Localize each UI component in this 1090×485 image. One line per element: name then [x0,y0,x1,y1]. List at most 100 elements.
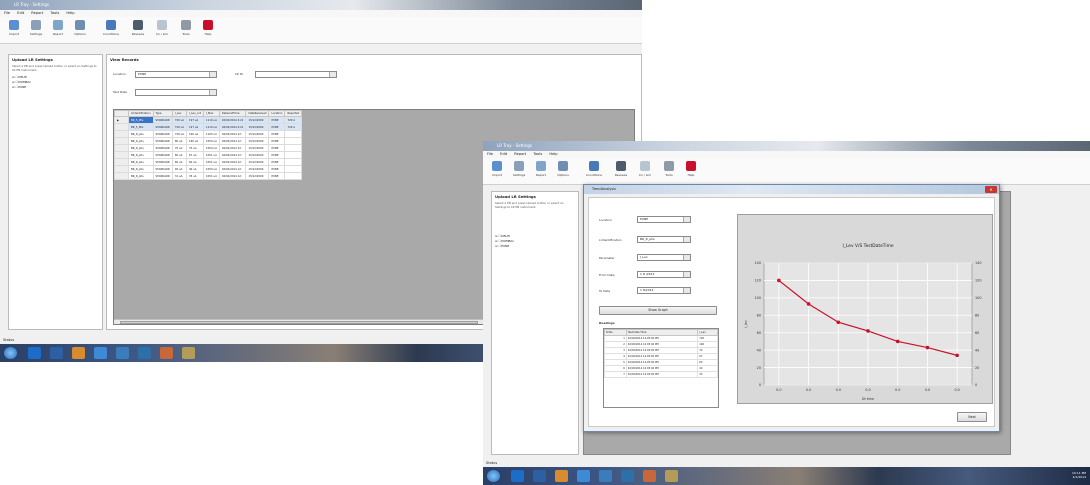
table-cell[interactable]: STANDARD [152,151,173,159]
table-cell[interactable]: 15/12/2000 [245,151,270,159]
table-row[interactable]: BR_R_phs STANDARD 60 uA 67 uA 1051 uA 02/02/2… [114,151,303,159]
conditions-button[interactable]: Conditions [581,161,607,183]
table-cell[interactable]: 60 uA [186,158,204,166]
menu-tools[interactable]: Tools [50,11,59,15]
reviews-button[interactable]: Reviews [611,161,631,183]
outlook-icon[interactable] [599,470,612,482]
table-cell[interactable]: STANDARD [152,137,173,145]
table-cell[interactable]: PUNE [268,158,286,166]
table-cell[interactable]: 02/02/2014 12: [218,137,247,145]
tools-button[interactable]: Tools [659,161,679,183]
table-cell[interactable]: 67 uA [186,151,204,159]
table-cell[interactable]: PUNE [268,172,286,180]
table-cell[interactable]: PUNE [268,151,286,159]
table-cell[interactable]: STANDARD [152,144,173,152]
conditions-button[interactable]: Conditions [98,20,124,42]
table-cell[interactable]: BR_R_phs [128,172,154,180]
report-button[interactable]: Report [48,20,68,42]
test-date-select[interactable] [135,89,217,96]
table-cell[interactable]: BR_R_phs [128,151,154,159]
table-cell[interactable]: 15/12/2000 [245,116,270,124]
table-cell[interactable]: 02/02/2014 12: [218,165,247,173]
import-button[interactable]: Import [4,20,24,42]
table-cell[interactable]: STANDARD [152,172,173,180]
menu-file[interactable]: File [4,11,10,15]
table-cell[interactable]: 02/02/2014 12: [218,144,247,152]
table-cell[interactable]: 70 uA [171,144,188,152]
table-cell[interactable]: 720 uA [171,123,188,131]
table-cell[interactable]: 02/02/2014 12: [218,151,247,159]
table-cell[interactable]: BR_5_Phs [128,116,154,124]
location-select[interactable]: PUNE [135,71,217,78]
ie-icon[interactable] [511,470,524,482]
show-graph-button[interactable]: Show Graph [599,306,717,315]
tools-button[interactable]: Tools [176,20,196,42]
table-cell[interactable]: 1110 uA [203,123,220,131]
settings-button[interactable]: Settings [509,161,529,183]
options-button[interactable]: Options [553,161,573,183]
table-row[interactable]: BR_R_phs STANDARD 80 uA 190 uA 1050 uA 02/02/… [114,137,303,145]
table-cell[interactable]: 15/12/2000 [245,123,270,131]
start-icon[interactable] [4,347,17,359]
explorer-icon[interactable] [50,347,63,359]
second-window-titlebar[interactable]: LR Tray - Settings [483,141,1090,151]
system-tray-clock[interactable]: 10:11 PM 1/1/2014 [1072,471,1086,479]
tree-node-pune[interactable]: PUNE [495,244,575,249]
table-cell[interactable] [284,165,303,173]
table-cell[interactable]: 1051 uA [203,158,220,166]
table-row[interactable]: BR_R_phs STANDARD 720 uA 190 uA 1105 uA 02/02… [114,130,303,138]
trend-dialog-titlebar[interactable]: TrendAnalysis ✕ [584,185,999,194]
menu-tools[interactable]: Tools [533,152,542,156]
table-cell[interactable]: 31 uA [171,172,188,180]
table-cell[interactable]: 720 uA [171,130,188,138]
table-cell[interactable]: 1110 uA [203,116,220,124]
field-location-select[interactable]: PUNE [637,216,691,223]
table-cell[interactable]: 15/12/2000 [245,165,270,173]
table-cell[interactable]: 1051 uA [203,172,220,180]
to-date-picker[interactable]: 1 8/2014 [637,287,691,294]
table-cell[interactable]: 1051 uA [203,151,220,159]
close-button[interactable]: ✕ [985,186,997,193]
records-scroll-thumb[interactable] [120,321,478,324]
field-parameter-select[interactable]: I_Lev [637,254,691,261]
powerpoint-icon[interactable] [643,470,656,482]
menu-help[interactable]: Help [66,11,74,15]
table-cell[interactable]: BR_R_phs [128,144,154,152]
table-cell[interactable]: 60 uA [171,158,188,166]
main-window-titlebar[interactable]: LR Tray - Settings [0,0,642,10]
app-icon[interactable] [621,470,634,482]
table-cell[interactable]: PUNE [268,165,286,173]
table-cell[interactable]: 70 uA [186,144,204,152]
lrid-select[interactable] [255,71,337,78]
row-selector[interactable] [114,123,129,131]
folder-icon[interactable] [665,470,678,482]
table-cell[interactable] [284,158,303,166]
table-cell[interactable]: 1050 uA [203,144,220,152]
outlook-icon[interactable] [116,347,129,359]
table-cell[interactable]: 720 A [284,123,303,131]
readings-grid[interactable]: Sr.No. Test Date Time I_Lev 1 02/02/2014 12… [603,328,719,408]
menu-report[interactable]: Report [31,11,43,15]
help-button[interactable]: Help [681,161,701,183]
table-cell[interactable]: 15/12/2000 [245,130,270,138]
table-cell[interactable]: STANDARD [152,130,173,138]
table-cell[interactable] [284,130,303,138]
table-cell[interactable]: 15/12/2000 [245,158,270,166]
table-cell[interactable]: BR_R_phs [128,137,154,145]
table-cell[interactable] [284,144,303,152]
table-cell[interactable]: PUNE [268,137,286,145]
media-icon[interactable] [555,470,568,482]
table-cell[interactable]: 15/12/2000 [245,144,270,152]
table-cell[interactable]: 02/02/2014 12: [218,158,247,166]
table-row[interactable]: BR_R_phs STANDARD 60 uA 60 uA 1051 uA 02/02/2… [114,158,303,166]
reviews-button[interactable]: Reviews [128,20,148,42]
table-cell[interactable]: 60 uA [171,151,188,159]
media-icon[interactable] [72,347,85,359]
word-icon[interactable] [577,470,590,482]
table-cell[interactable]: BR_R_phs [128,130,154,138]
next-button[interactable]: Next [957,412,987,422]
table-cell[interactable] [284,172,303,180]
row-selector[interactable] [114,165,129,173]
table-cell[interactable]: 80 uA [171,137,188,145]
table-cell[interactable]: 197 uA [186,123,204,131]
